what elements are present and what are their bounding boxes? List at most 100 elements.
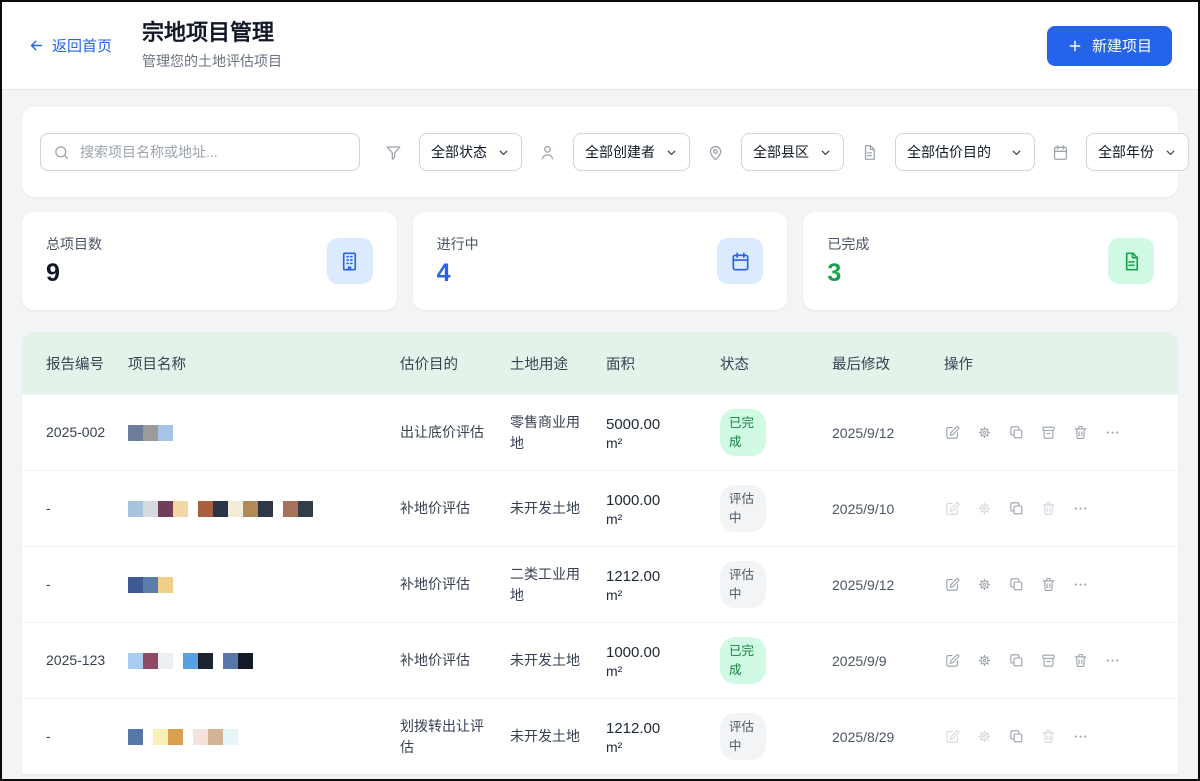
column-header-7: 操作 — [944, 353, 1178, 374]
archive-action-button[interactable] — [1040, 652, 1057, 669]
gear-icon — [976, 424, 993, 441]
app-window: 返回首页 宗地项目管理 管理您的土地评估项目 新建项目 全部状态 全部创建者 全部县… — [0, 0, 1200, 781]
building-icon — [327, 238, 373, 284]
redacted-name-gap — [213, 653, 223, 669]
row-actions — [944, 424, 1178, 441]
filter-select-4[interactable]: 全部年份 — [1086, 133, 1189, 171]
chevron-down-icon — [1164, 146, 1177, 159]
copy-icon — [1008, 652, 1025, 669]
filter-select-2[interactable]: 全部县区 — [741, 133, 844, 171]
redacted-name-block — [128, 501, 143, 517]
table-row: 2025-002出让底价评估零售商业用地5000.00m²已完成2025/9/1… — [22, 394, 1178, 470]
project-name-cell[interactable] — [128, 501, 400, 517]
project-name-cell[interactable] — [128, 577, 400, 593]
edit-action-button[interactable] — [944, 652, 961, 669]
calendar-icon — [717, 238, 763, 284]
trash-action-button[interactable] — [1040, 728, 1057, 745]
status-badge: 已完成 — [720, 409, 766, 455]
more-action-button[interactable] — [1072, 576, 1089, 593]
trash-action-button[interactable] — [1040, 576, 1057, 593]
chevron-down-icon — [497, 146, 510, 159]
copy-icon — [1008, 728, 1025, 745]
gear-action-button[interactable] — [976, 652, 993, 669]
copy-action-button[interactable] — [1008, 576, 1025, 593]
redacted-name-gap — [173, 653, 183, 669]
new-project-label: 新建项目 — [1092, 35, 1152, 56]
redacted-name-gap — [273, 501, 283, 517]
page-header: 返回首页 宗地项目管理 管理您的土地评估项目 新建项目 — [2, 2, 1198, 90]
search-input[interactable] — [78, 143, 347, 161]
purpose-cell: 划拨转出让评估 — [400, 716, 510, 758]
more-action-button[interactable] — [1072, 500, 1089, 517]
stat-card-finished: 已完成3 — [803, 212, 1178, 310]
back-home-link[interactable]: 返回首页 — [28, 35, 112, 56]
gear-icon — [976, 500, 993, 517]
stat-label: 进行中 — [437, 234, 479, 254]
table-row: -补地价评估未开发土地1000.00m²评估中2025/9/10 — [22, 470, 1178, 546]
filter-select-3[interactable]: 全部估价目的 — [895, 133, 1035, 171]
purpose-cell: 补地价评估 — [400, 574, 510, 595]
copy-icon — [1008, 424, 1025, 441]
redacted-name-gap — [183, 729, 193, 745]
redacted-name-block — [158, 501, 173, 517]
copy-action-button[interactable] — [1008, 500, 1025, 517]
redacted-name-block — [198, 653, 213, 669]
project-name-cell[interactable] — [128, 653, 400, 669]
report-no-cell: 2025-123 — [22, 650, 128, 670]
redacted-name-block — [183, 653, 198, 669]
row-actions — [944, 576, 1178, 593]
filter-select-0[interactable]: 全部状态 — [419, 133, 522, 171]
edit-icon — [944, 652, 961, 669]
filter-dropdowns: 全部状态 全部创建者 全部县区 全部估价目的 全部年份 — [384, 133, 1189, 171]
trash-action-button[interactable] — [1072, 652, 1089, 669]
copy-action-button[interactable] — [1008, 652, 1025, 669]
edit-action-button[interactable] — [944, 576, 961, 593]
more-icon — [1072, 500, 1089, 517]
more-action-button[interactable] — [1104, 424, 1121, 441]
edit-action-button[interactable] — [944, 728, 961, 745]
trash-action-button[interactable] — [1040, 500, 1057, 517]
redacted-name-block — [298, 501, 313, 517]
area-cell: 1212.00m² — [606, 718, 720, 755]
status-cell: 评估中 — [720, 561, 832, 607]
more-action-button[interactable] — [1072, 728, 1089, 745]
redacted-name-block — [213, 501, 228, 517]
report-no-cell: - — [22, 726, 128, 746]
trash-icon — [1040, 500, 1057, 517]
more-icon — [1072, 576, 1089, 593]
project-name-cell[interactable] — [128, 729, 400, 745]
gear-action-button[interactable] — [976, 728, 993, 745]
redacted-name-block — [158, 577, 173, 593]
chevron-down-icon — [1010, 146, 1023, 159]
stats-row: 总项目数9进行中4已完成3 — [22, 212, 1178, 310]
archive-action-button[interactable] — [1040, 424, 1057, 441]
new-project-button[interactable]: 新建项目 — [1047, 26, 1172, 66]
stat-value: 9 — [46, 260, 102, 288]
status-cell: 评估中 — [720, 485, 832, 531]
gear-action-button[interactable] — [976, 576, 993, 593]
copy-action-button[interactable] — [1008, 424, 1025, 441]
status-badge: 评估中 — [720, 485, 766, 531]
filter-bar: 全部状态全部创建者全部县区全部估价目的全部年份 — [22, 107, 1178, 197]
trash-icon — [1040, 576, 1057, 593]
funnel-icon — [384, 143, 403, 162]
trash-icon — [1040, 728, 1057, 745]
edit-action-button[interactable] — [944, 500, 961, 517]
table-row: 2025-123补地价评估未开发土地1000.00m²已完成2025/9/9 — [22, 622, 1178, 698]
project-name-cell[interactable] — [128, 425, 400, 441]
table-header-row: 报告编号项目名称估价目的土地用途面积状态最后修改操作 — [22, 332, 1178, 394]
edit-action-button[interactable] — [944, 424, 961, 441]
gear-action-button[interactable] — [976, 424, 993, 441]
gear-icon — [976, 652, 993, 669]
filter-select-1[interactable]: 全部创建者 — [573, 133, 690, 171]
gear-action-button[interactable] — [976, 500, 993, 517]
copy-action-button[interactable] — [1008, 728, 1025, 745]
report-no-cell: - — [22, 574, 128, 594]
more-action-button[interactable] — [1104, 652, 1121, 669]
pin-icon — [706, 143, 725, 162]
copy-icon — [1008, 576, 1025, 593]
modified-date-cell: 2025/9/12 — [832, 577, 944, 593]
trash-action-button[interactable] — [1072, 424, 1089, 441]
edit-icon — [944, 424, 961, 441]
column-header-2: 估价目的 — [400, 353, 510, 374]
